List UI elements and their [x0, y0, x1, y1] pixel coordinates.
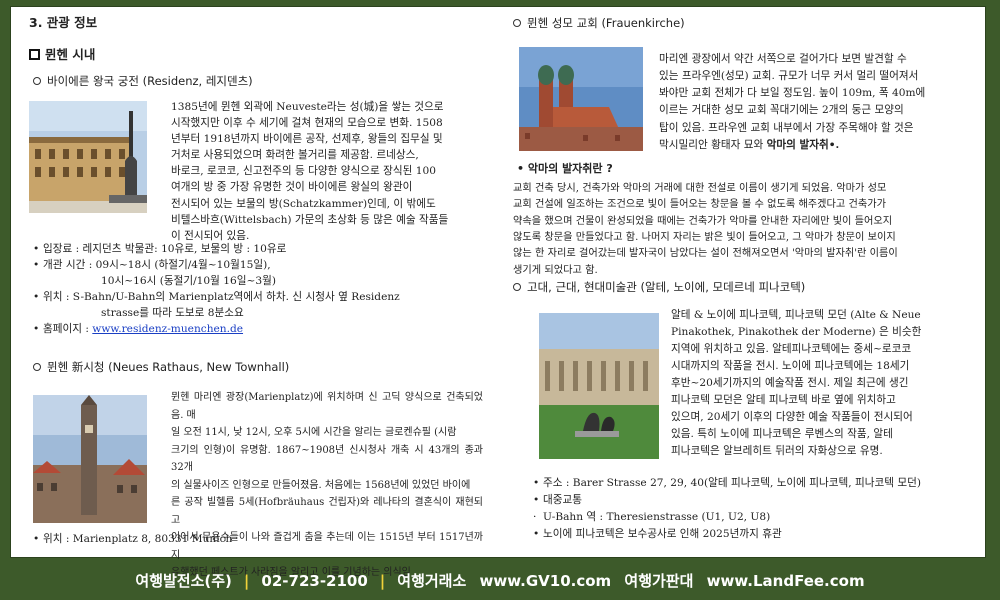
transport-item: 대중교통 [533, 492, 979, 509]
frauenkirche-description: 마리엔 광장에서 약간 서쪽으로 걸어가다 보면 발견할 수 있는 프라우엔(성… [659, 51, 977, 154]
rathaus-description: 뮌헨 마리엔 광장(Marienplatz)에 위치하며 신 고딕 양식으로 건… [171, 389, 483, 582]
hours-item-cont: 10시~16시 (동절기/10월 16일~3월) [101, 275, 276, 288]
text-line: 피나코텍은 알브레히트 뒤러의 자화상으로 유명. [671, 444, 883, 457]
frauenkirche-title: 뮌헨 성모 교회 (Frauenkirche) [513, 15, 685, 32]
text-line: 알테 & 노이에 피나코텍, 피나코텍 모던 (Alte & Neue [671, 309, 921, 321]
text-line: 시작했지만 이후 수 세기에 걸쳐 현재의 모습으로 변화. 1508 [171, 117, 443, 130]
homepage-label: 홈페이지 : [43, 323, 93, 336]
text-line: 의 실물사이즈 인형으로 만들어졌음. 처음에는 1568년에 있었던 바이에 [171, 479, 471, 491]
checkbox-square-icon [29, 49, 40, 60]
text-line: 년부터 1918년까지 바이에른 공작, 선제후, 왕들의 집무실 및 [171, 133, 443, 146]
text-line: 있으며, 20세기 이후의 다양한 예술 작품들이 전시되어 [671, 410, 913, 423]
document-page: 3. 관광 정보 뮌헨 시내 바이에른 왕국 궁전 (Residenz, 레지덴… [10, 6, 986, 578]
homepage-link[interactable]: www.residenz-muenchen.de [92, 323, 243, 335]
residenz-info-list: 입장료 : 레지던츠 박물관: 10유로, 보물의 방 : 10유로 개관 시간… [33, 241, 483, 338]
section-title: 3. 관광 정보 [29, 15, 98, 30]
subsection-title: 뮌헨 시내 [29, 45, 95, 64]
location-item: 위치 : S-Bahn/U-Bahn의 Marienplatz역에서 하차. 신… [33, 289, 483, 305]
frauenkirche-photo [519, 47, 643, 151]
subsection-title-text: 뮌헨 시내 [45, 47, 96, 62]
text-line: 후반~20세기까지의 예술작품 전시. 제일 최근에 생긴 [671, 376, 909, 389]
residenz-description: 1385년에 뮌헨 외곽에 Neuveste라는 성(城)을 쌓는 것으로 시작… [171, 99, 483, 244]
pinakothek-info-list: 주소 : Barer Strasse 27, 29, 40(알테 피나코텍, 노… [533, 475, 979, 543]
text-line: 피나코텍 모던은 알테 피나코텍 바로 옆에 위치하고 [671, 393, 896, 406]
residenz-title-text: 바이에른 왕국 궁전 (Residenz, 레지덴츠) [47, 74, 253, 88]
text-line: 른 공작 빌헬름 5세(Hofbräuhaus 건립자)와 레나타의 결혼식이 … [171, 497, 483, 526]
text-line: 탑이 있음. 프라우엔 교회 내부에서 가장 주목해야 할 것은 [659, 121, 914, 134]
text-line: 있음. 특히 노이에 피나코텍은 루벤스의 작품, 알테 [671, 427, 893, 440]
circle-bullet-icon [513, 19, 521, 27]
rathaus-title-text: 뮌헨 新시청 (Neues Rathaus, New Townhall) [47, 360, 290, 374]
footer-site1[interactable]: www.GV10.com [476, 572, 616, 590]
text-line: 않도록 창문을 만들었다고 함. 나머지 자리는 밝은 빛이 들어오고, 그 악… [513, 231, 896, 243]
rathaus-title: 뮌헨 新시청 (Neues Rathaus, New Townhall) [33, 359, 289, 376]
residenz-title: 바이에른 왕국 궁전 (Residenz, 레지덴츠) [33, 73, 253, 90]
text-line: 비텔스바흐(Wittelsbach) 가문의 초상화 등 많은 예술 작품들 [171, 213, 449, 226]
pinakothek-title-text: 고대, 근대, 현대미술관 (알테, 노이에, 모데르네 피나코텍) [527, 280, 806, 294]
text-line: 막시밀리안 황태자 묘와 악마의 발자취•. [659, 137, 977, 154]
hours-item: 개관 시간 : 09시~18시 (하절기/4월~10월15일), [33, 257, 483, 273]
rathaus-photo [33, 395, 147, 523]
text-line: 있는 프라우엔(성모) 교회. 규모가 너무 커서 멀리 떨어져서 [659, 70, 919, 83]
pinakothek-photo [539, 313, 659, 459]
closure-item: 노이에 피나코텍은 보수공사로 인해 2025년까지 휴관 [533, 526, 979, 543]
devil-description: 교회 건축 당시, 건축가와 악마의 거래에 대한 전설로 이름이 생기게 되었… [513, 181, 981, 279]
devil-section-title: • 악마의 발자취란 ? [517, 162, 613, 175]
rathaus-info-list: 위치 : Marienplatz 8, 80331 Munich [33, 531, 483, 547]
pinakothek-title: 고대, 근대, 현대미술관 (알테, 노이에, 모데르네 피나코텍) [513, 279, 805, 296]
rathaus-location-item: 위치 : Marienplatz 8, 80331 Munich [33, 531, 483, 547]
text-line: 뮌헨 마리엔 광장(Marienplatz)에 위치하며 신 고딕 양식으로 건… [171, 392, 483, 421]
address-item: 주소 : Barer Strasse 27, 29, 40(알테 피나코텍, 노… [533, 475, 979, 492]
text-line-part: 막시밀리안 황태자 묘와 [659, 138, 767, 151]
circle-bullet-icon [513, 283, 521, 291]
text-line: 마리엔 광장에서 약간 서쪽으로 걸어가다 보면 발견할 수 [659, 53, 907, 65]
text-line: 약속을 했으며 건물이 완성되었을 때에는 건축가가 악마를 안내한 자리에만 … [513, 215, 893, 227]
text-line: 교회 건설에 일조하는 조건으로 빛이 들어오는 창문을 볼 수 없도록 해주겠… [513, 199, 887, 211]
footer-banner: 여행발전소(주) | 02-723-2100 | 여행거래소 www.GV10.com … [0, 566, 1000, 600]
admission-item: 입장료 : 레지던츠 박물관: 10유로, 보물의 방 : 10유로 [33, 241, 483, 257]
frauenkirche-title-text: 뮌헨 성모 교회 (Frauenkirche) [527, 16, 685, 30]
footer-exchange: 여행거래소 [397, 572, 467, 590]
footer-separator: | [379, 572, 386, 590]
text-line: 지역에 위치하고 있음. 알테피나코텍에는 중세~로코코 [671, 342, 912, 355]
footer-separator: | [243, 572, 250, 590]
text-line: 이르는 거대한 성모 교회 꼭대기에는 2개의 둥근 모양의 [659, 104, 904, 117]
footer-market: 여행가판대 [624, 572, 694, 590]
footer-company: 여행발전소(주) [135, 572, 232, 590]
text-line: 시대까지의 작품을 전시. 노이에 피나코텍에는 18세기 [671, 359, 910, 372]
text-line: 봐야만 교회 전체가 다 보일 정도임. 높이 109m, 폭 40m에 [659, 87, 926, 100]
pinakothek-description: 알테 & 노이에 피나코텍, 피나코텍 모던 (Alte & Neue Pina… [671, 307, 973, 459]
text-line: 바로크, 로코코, 신고전주의 등 다양한 양식으로 장식된 100 [171, 165, 436, 178]
text-line: 크기의 인형)이 유명함. 1867~1908년 신시청사 개축 시 43개의 … [171, 444, 483, 474]
text-line: 일 오전 11시, 낮 12시, 오후 5시에 시간을 알리는 글로켄슈필 (시… [171, 427, 457, 438]
text-line: 여개의 방 중 가장 유명한 것이 바이에른 왕실의 왕관이 [171, 181, 413, 194]
devil-footprint-highlight: 악마의 발자취•. [766, 138, 840, 151]
text-line: 1385년에 뮌헨 외곽에 Neuveste라는 성(城)을 쌓는 것으로 [171, 101, 444, 113]
text-line: 생기게 되었다고 함. [513, 264, 598, 276]
text-line: 거처로 사용되었으며 화려한 볼거리를 제공함. 르네상스, [171, 149, 419, 162]
homepage-item: 홈페이지 : www.residenz-muenchen.de [33, 321, 483, 337]
text-line: 않는 한 자리로 걸어갔는데 발자국이 남았다는 설이 전해져오면서 '악마의 … [513, 248, 898, 260]
residenz-photo [29, 101, 147, 213]
footer-phone: 02-723-2100 [261, 572, 368, 590]
location-item-cont: strasse를 따라 도보로 8분소요 [101, 307, 244, 320]
ubahn-item: U-Bahn 역 : Theresienstrasse (U1, U2, U8) [533, 509, 979, 526]
text-line: Pinakothek, Pinakothek der Moderne) 은 비슷… [671, 325, 922, 338]
text-line: 전시되어 있는 보물의 방(Schatzkammer)인데, 이 밖에도 [171, 197, 436, 210]
footer-site2[interactable]: www.LandFee.com [703, 572, 869, 590]
circle-bullet-icon [33, 363, 41, 371]
circle-bullet-icon [33, 77, 41, 85]
devil-section-title-text: 악마의 발자취란 ? [527, 162, 613, 175]
text-line: 교회 건축 당시, 건축가와 악마의 거래에 대한 전설로 이름이 생기게 되었… [513, 183, 887, 194]
